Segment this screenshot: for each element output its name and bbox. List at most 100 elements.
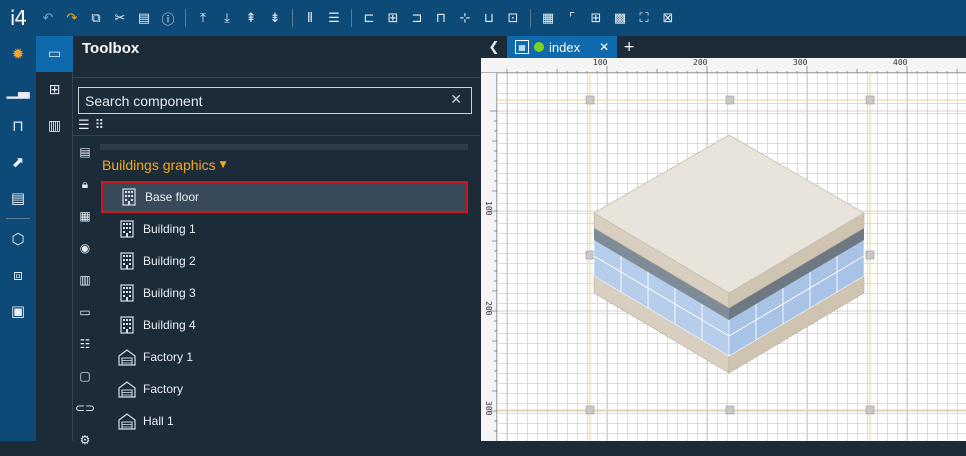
package-icon[interactable]: ⬡: [0, 221, 36, 257]
device-icon[interactable]: ⊓: [0, 108, 36, 144]
factory-icon: [117, 411, 137, 431]
align-center-icon[interactable]: ⊞: [384, 9, 402, 27]
list-category-icon[interactable]: ▤: [73, 136, 97, 168]
grid-view-icon[interactable]: ⠿: [95, 118, 105, 133]
paste-icon[interactable]: ▤: [135, 9, 153, 27]
toolbox-tab-icon[interactable]: ▭: [36, 36, 73, 72]
undo-icon[interactable]: ↶: [39, 9, 57, 27]
status-dot: [534, 42, 544, 52]
search-input[interactable]: [79, 92, 439, 109]
component-tree-icon[interactable]: ⊞: [36, 72, 73, 108]
component-item-building-1[interactable]: Building 1: [101, 213, 468, 245]
tab-index[interactable]: ▦ index ✕: [507, 36, 618, 58]
app-logo: i4: [9, 6, 27, 30]
align-left-icon[interactable]: ⊏: [360, 9, 378, 27]
center-icon[interactable]: ⊡: [504, 9, 522, 27]
eye-category-icon[interactable]: ◉: [73, 232, 97, 264]
add-tab-icon[interactable]: +: [617, 36, 641, 58]
snap-grid-icon[interactable]: ⊞: [587, 9, 605, 27]
align-right-icon[interactable]: ⊐: [408, 9, 426, 27]
component-item-base-floor[interactable]: Base floor: [101, 181, 468, 213]
ruler-label: 100: [593, 58, 608, 67]
close-tab-icon[interactable]: ✕: [599, 40, 609, 54]
building-icon: [117, 219, 137, 239]
align-top-icon[interactable]: ⤒: [194, 9, 212, 27]
info-icon[interactable]: ⓘ: [159, 9, 177, 28]
search-box: ✕: [78, 87, 472, 114]
bring-forward-icon[interactable]: ⇞: [242, 9, 260, 27]
toolbar-separator: [530, 9, 531, 27]
panel-category-icon[interactable]: ▭: [73, 296, 97, 328]
category-label: Buildings graphics: [102, 157, 216, 173]
building-icon: [117, 251, 137, 271]
component-item-hall-1[interactable]: Hall 1: [101, 405, 468, 437]
ruler-label: 200: [693, 58, 708, 67]
rail-separator: [6, 218, 30, 219]
trend-icon[interactable]: ⬈: [0, 144, 36, 180]
align-top-edge-icon[interactable]: ⊓: [432, 9, 450, 27]
component-label: Factory 1: [143, 350, 194, 364]
tab-bar: ❮ ▦ index ✕ +: [481, 36, 966, 58]
ruler-label: 200: [484, 301, 493, 316]
send-backward-icon[interactable]: ⇟: [266, 9, 284, 27]
list-view-icon[interactable]: ☰: [78, 118, 90, 133]
canvas-content: [497, 73, 966, 441]
component-label: Building 1: [143, 222, 196, 236]
toolbar-separator: [351, 9, 352, 27]
category-rail: ▤ 🔒︎ ▦ ◉ ▥ ▭ ☷ ▢ ⊂⊃ ⚙: [73, 136, 97, 447]
component-item-building-4[interactable]: Building 4: [101, 309, 468, 341]
building-icon: [117, 283, 137, 303]
component-item-factory-1[interactable]: Factory 1: [101, 341, 468, 373]
settings-category-icon[interactable]: ⚙: [73, 424, 97, 456]
lock-category-icon[interactable]: 🔒︎: [73, 168, 97, 200]
clear-search-icon[interactable]: ✕: [450, 92, 462, 108]
factory-icon: [117, 347, 137, 367]
base-floor-graphic: [593, 134, 865, 374]
align-bottom-edge-icon[interactable]: ⊔: [480, 9, 498, 27]
building-category-icon[interactable]: ▥: [73, 264, 97, 296]
component-item-building-3[interactable]: Building 3: [101, 277, 468, 309]
chart-icon[interactable]: ▁▃: [0, 72, 36, 108]
archive-icon[interactable]: ▣: [0, 293, 36, 329]
page-icon: ▦: [515, 40, 529, 54]
ruler-label: 300: [793, 58, 808, 67]
settings-gear-icon[interactable]: ✹: [0, 36, 36, 72]
category-header[interactable]: Buildings graphics ▼: [102, 157, 227, 173]
ruler-label: 100: [484, 201, 493, 216]
ruler-icon[interactable]: ⌜: [563, 9, 581, 27]
divider: [73, 135, 480, 136]
document-category-icon[interactable]: ▦: [73, 200, 97, 232]
link-category-icon[interactable]: ⊂⊃: [73, 392, 97, 424]
distribute-horizontal-icon[interactable]: ⦀: [301, 9, 319, 27]
component-item-building-2[interactable]: Building 2: [101, 245, 468, 277]
building-icon: [117, 315, 137, 335]
window-category-icon[interactable]: ▢: [73, 360, 97, 392]
component-item-factory[interactable]: Factory: [101, 373, 468, 405]
ruler-ticks: [490, 110, 497, 432]
monitor-settings-icon[interactable]: ⧈: [0, 257, 36, 293]
align-middle-icon[interactable]: ⊹: [456, 9, 474, 27]
component-list: Base floor Building 1 Building 2 Buildin…: [101, 181, 468, 437]
align-bottom-icon[interactable]: ⤓: [218, 9, 236, 27]
tab-label: index: [549, 39, 581, 55]
toolbox-panel: Toolbox ✕ ☰ ⠿ ▤ 🔒︎ ▦ ◉ ▥ ▭ ☷ ▢ ⊂⊃ ⚙ Buil…: [73, 36, 480, 447]
editor-area: ❮ ▦ index ✕ + 100 200 300 400 100 200 30…: [481, 36, 966, 441]
toolbar-separator: [185, 9, 186, 27]
grid-dots-icon[interactable]: ▩: [611, 9, 629, 27]
design-canvas[interactable]: [497, 73, 966, 441]
cut-icon[interactable]: ✂: [111, 9, 129, 27]
chevron-left-icon[interactable]: ❮: [481, 36, 507, 58]
document-icon[interactable]: ▥: [36, 108, 73, 144]
building-icon: [119, 187, 139, 207]
redo-icon[interactable]: ↷: [63, 9, 81, 27]
grid-icon[interactable]: ▦: [539, 9, 557, 27]
copy-icon[interactable]: ⧉: [87, 9, 105, 27]
table-category-icon[interactable]: ☷: [73, 328, 97, 360]
factory-icon: [117, 379, 137, 399]
distribute-vertical-icon[interactable]: ☰: [325, 9, 343, 27]
component-label: Hall 1: [143, 414, 174, 428]
printer-icon[interactable]: ▤: [0, 180, 36, 216]
zoom-fit-icon[interactable]: ⊠: [659, 9, 677, 27]
main-nav-rail: ✹ ▁▃ ⊓ ⬈ ▤ ⬡ ⧈ ▣: [0, 36, 36, 441]
fullscreen-icon[interactable]: ⛶: [635, 9, 653, 27]
